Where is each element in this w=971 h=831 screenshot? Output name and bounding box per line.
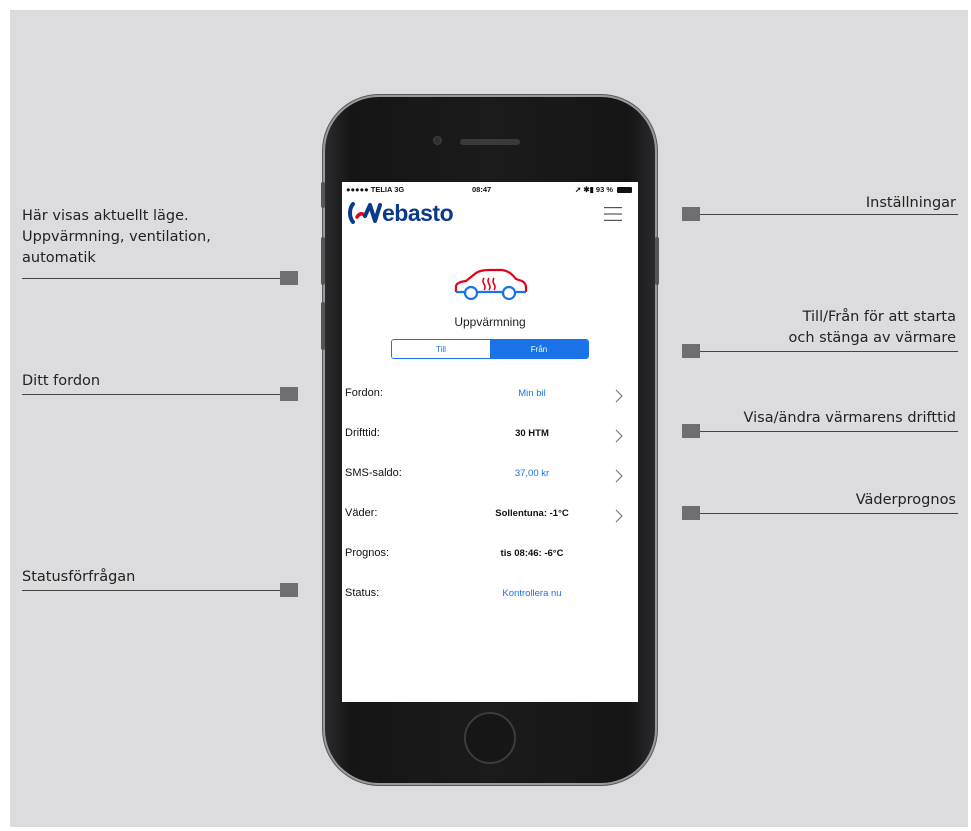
row-status: Status: Kontrollera nu (342, 575, 638, 615)
annotation-on-off: Till/Från för att starta och stänga av v… (788, 309, 956, 346)
row-value: Sollentuna: -1°C (495, 508, 569, 519)
chevron-right-icon (615, 429, 623, 443)
row-value: 30 HTM (515, 428, 549, 439)
annotation-marker (280, 583, 298, 597)
annotation-marker (280, 271, 298, 285)
row-value: tis 08:46: -6°C (500, 548, 564, 559)
mode-label: Uppvärmning (454, 315, 526, 329)
row-label: SMS-saldo: (345, 467, 402, 479)
home-button[interactable] (464, 712, 516, 764)
annotation-line (690, 214, 958, 215)
battery-icon (617, 186, 632, 193)
annotation-line (22, 394, 288, 395)
annotation-marker (280, 387, 298, 401)
row-value: Min bil (518, 388, 546, 399)
toggle-on-button[interactable]: Till (392, 340, 490, 358)
row-label: Väder: (345, 507, 378, 519)
front-camera (433, 136, 442, 145)
annotation-line (690, 351, 958, 352)
status-time: 08:47 (472, 185, 492, 194)
power-button (655, 237, 659, 285)
chevron-right-icon (615, 469, 623, 483)
annotation-line (22, 278, 288, 279)
row-label: Status: (345, 587, 380, 599)
row-sms-balance[interactable]: SMS-saldo: 37,00 kr (342, 455, 638, 495)
car-heater-icon (454, 268, 528, 301)
volume-down-button (321, 302, 325, 350)
check-now-link[interactable]: Kontrollera nu (432, 588, 632, 599)
phone-screen: ●●●●● TELIA 3G 08:47 ➚ ✱▮ 93 % ebasto Up… (342, 182, 638, 702)
carrier-signal: ●●●●● TELIA 3G (346, 185, 405, 194)
row-weather[interactable]: Väder: Sollentuna: -1°C (342, 495, 638, 535)
earpiece (460, 139, 520, 145)
annotation-line (22, 590, 288, 591)
menu-icon[interactable] (604, 206, 622, 222)
row-label: Prognos: (345, 547, 390, 559)
annotation-line (690, 431, 958, 432)
annotation-line (690, 513, 958, 514)
annotation-marker (682, 207, 700, 221)
annotation-weather: Väderprognos (855, 492, 956, 508)
row-label: Fordon: (345, 387, 383, 399)
volume-up-button (321, 237, 325, 285)
status-bar: ●●●●● TELIA 3G 08:47 ➚ ✱▮ 93 % (342, 182, 638, 196)
logo-text: ebasto (382, 199, 454, 226)
annotation-vehicle: Ditt fordon (22, 373, 101, 389)
annotation-settings: Inställningar (865, 195, 956, 211)
webasto-logo: ebasto (348, 199, 454, 226)
annotation-status-request: Statusförfrågan (22, 569, 136, 585)
row-value: 37,00 kr (514, 468, 550, 479)
mute-switch (321, 182, 325, 208)
annotation-current-mode: Här visas aktuellt läge. Uppvärmning, ve… (22, 208, 211, 266)
logo-w-mark-icon (348, 202, 382, 224)
heater-toggle: Till Från (391, 339, 589, 359)
annotation-marker (682, 506, 700, 520)
status-battery-percent: ➚ ✱▮ 93 % (575, 185, 613, 194)
toggle-off-button[interactable]: Från (490, 340, 588, 358)
chevron-right-icon (615, 509, 623, 523)
row-label: Drifttid: (345, 427, 380, 439)
status-right: ➚ ✱▮ 93 % (575, 185, 632, 194)
phone-frame: ●●●●● TELIA 3G 08:47 ➚ ✱▮ 93 % ebasto Up… (321, 97, 659, 783)
annotation-marker (682, 424, 700, 438)
row-forecast: Prognos: tis 08:46: -6°C (342, 535, 638, 575)
row-vehicle[interactable]: Fordon: Min bil (342, 375, 638, 415)
chevron-right-icon (615, 389, 623, 403)
annotation-marker (682, 344, 700, 358)
row-runtime[interactable]: Drifttid: 30 HTM (342, 415, 638, 455)
